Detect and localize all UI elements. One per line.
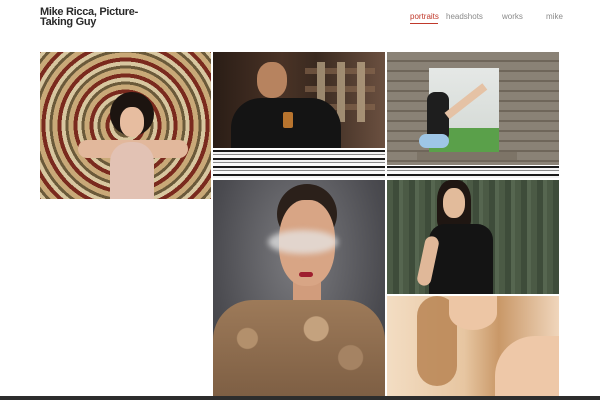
nav-item-headshots[interactable]: headshots (446, 12, 483, 21)
photo-strip-partial[interactable] (387, 166, 559, 178)
photo-strip-partial[interactable] (213, 150, 385, 178)
photo-detail-fur-coat (213, 300, 385, 396)
smoke-portrait-photo[interactable] (213, 180, 385, 396)
photo-detail-body (110, 142, 154, 199)
photo-detail-head (257, 62, 287, 98)
nav-item-works[interactable]: works (502, 12, 523, 21)
photo-detail-tee (429, 224, 493, 294)
photo-detail-face (443, 188, 465, 218)
woman-in-window-photo[interactable] (387, 52, 559, 165)
photo-detail-face (120, 107, 144, 137)
photo-detail-smoke (268, 230, 338, 254)
blonde-closeup-photo[interactable] (387, 296, 559, 396)
main-nav: portraits headshots works mike (0, 12, 600, 26)
photo-detail-lips (299, 272, 313, 277)
photo-detail-shoulder (495, 336, 559, 396)
nav-active-underline (410, 23, 438, 24)
bottom-bar (0, 396, 600, 400)
nav-item-portraits[interactable]: portraits (410, 12, 439, 21)
woman-on-rug-photo[interactable] (40, 52, 211, 199)
photo-detail-skirt (419, 134, 449, 148)
photo-detail-glass (283, 112, 293, 128)
man-with-drink-photo[interactable] (213, 52, 385, 148)
photo-detail-sill (417, 152, 517, 160)
photo-detail-chin (449, 296, 497, 330)
woman-black-tee-photo[interactable] (387, 180, 559, 294)
nav-item-mike[interactable]: mike (546, 12, 563, 21)
